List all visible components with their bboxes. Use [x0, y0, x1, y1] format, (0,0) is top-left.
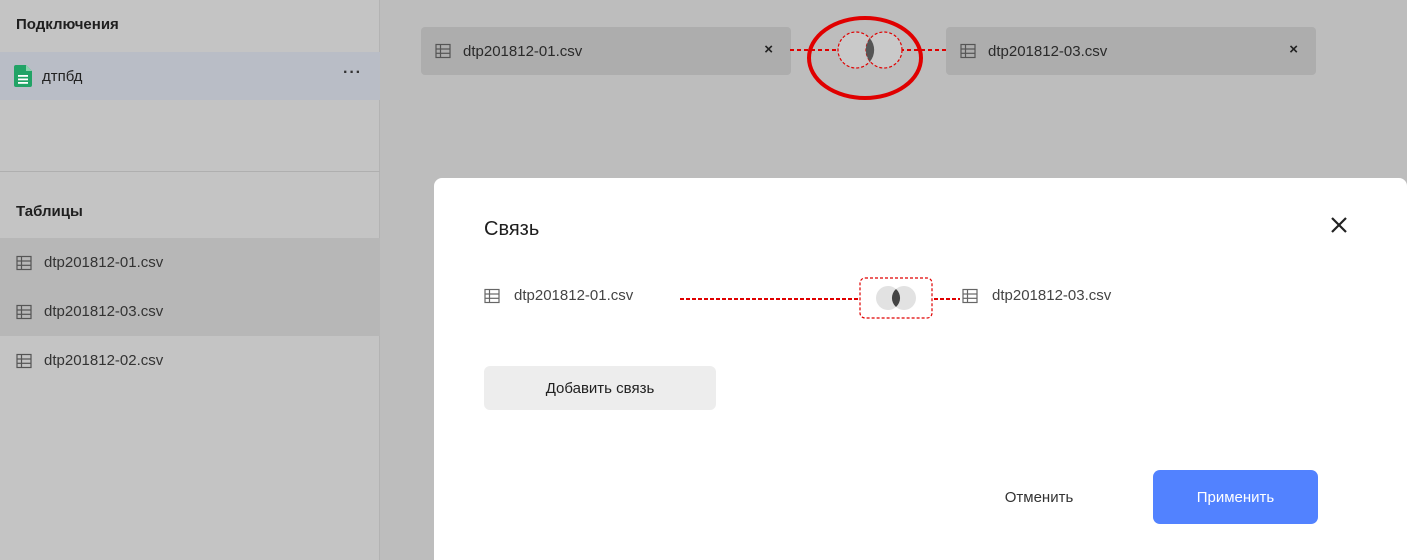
relation-left-name: dtp201812-01.csv [514, 287, 634, 304]
spreadsheet-icon [14, 65, 32, 87]
dialog-title: Связь [484, 218, 540, 240]
close-icon[interactable]: × [764, 41, 773, 58]
table-icon [484, 288, 500, 304]
relation-right-name: dtp201812-03.csv [992, 287, 1112, 304]
relation-connector[interactable] [680, 275, 960, 323]
table-name: dtp201812-01.csv [44, 254, 164, 271]
table-item[interactable]: dtp201812-01.csv [0, 238, 380, 287]
add-link-button[interactable]: Добавить связь [484, 366, 716, 410]
table-icon [16, 304, 32, 320]
sidebar-divider [0, 171, 380, 172]
table-item[interactable]: dtp201812-02.csv [0, 336, 380, 385]
canvas-table-chip-right[interactable]: dtp201812-03.csv × [946, 27, 1316, 75]
canvas-table-chip-left[interactable]: dtp201812-01.csv × [421, 27, 791, 75]
canvas-table-name: dtp201812-03.csv [988, 42, 1108, 60]
table-icon [962, 288, 978, 304]
table-item[interactable]: dtp201812-03.csv [0, 287, 380, 336]
relation-right-table: dtp201812-03.csv [962, 287, 1111, 304]
relation-row: dtp201812-01.csv dtp201812-03.csv [484, 277, 1184, 319]
apply-button[interactable]: Применить [1153, 470, 1318, 524]
connection-item[interactable]: дтпбд ··· [0, 52, 380, 100]
table-icon [435, 43, 451, 59]
close-icon[interactable]: × [1289, 41, 1298, 58]
table-icon [960, 43, 976, 59]
sidebar: Подключения дтпбд ··· Таблицы dtp201812-… [0, 0, 380, 560]
cancel-button[interactable]: Отменить [974, 470, 1104, 524]
table-icon [16, 353, 32, 369]
table-name: dtp201812-02.csv [44, 352, 164, 369]
relation-left-table: dtp201812-01.csv [484, 287, 633, 304]
tables-list: dtp201812-01.csv dtp201812-03.csv dtp201… [0, 238, 380, 385]
table-name: dtp201812-03.csv [44, 303, 164, 320]
link-dialog: Связь dtp201812-01.csv dtp201812-03.csv … [434, 178, 1407, 560]
tables-title: Таблицы [16, 203, 83, 220]
canvas-table-name: dtp201812-01.csv [463, 42, 583, 60]
close-icon[interactable] [1327, 213, 1351, 237]
canvas-join-connector[interactable] [780, 10, 960, 120]
more-menu-icon[interactable]: ··· [343, 64, 362, 82]
connection-name: дтпбд [42, 67, 83, 85]
connections-title: Подключения [16, 16, 119, 33]
table-icon [16, 255, 32, 271]
